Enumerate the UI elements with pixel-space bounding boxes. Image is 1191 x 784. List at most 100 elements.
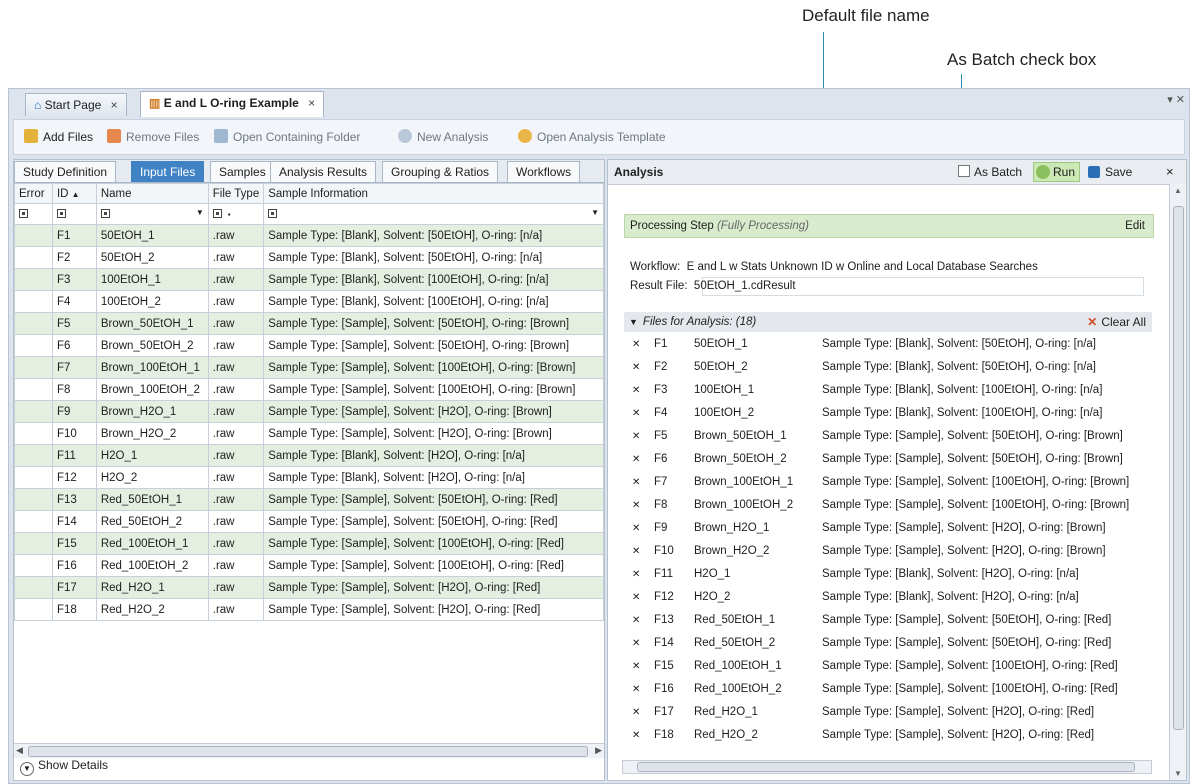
remove-file-icon[interactable]: ✕ xyxy=(632,339,640,350)
clear-all-button[interactable]: ✕ Clear All xyxy=(1087,315,1146,329)
table-row[interactable]: F9 Brown_H2O_1 .raw Sample Type: [Sample], … xyxy=(14,400,604,423)
file-name: 100EtOH_1 xyxy=(694,384,755,396)
list-item: ✕ F7 Brown_100EtOH_1 Sample Type: [Sample],… xyxy=(624,472,1152,495)
remove-file-icon[interactable]: ✕ xyxy=(632,385,640,396)
run-button[interactable]: Run xyxy=(1033,162,1081,182)
tab-analysis-results[interactable]: Analysis Results xyxy=(270,161,377,182)
remove-file-icon[interactable]: ✕ xyxy=(632,546,640,557)
table-row[interactable]: F14 Red_50EtOH_2 .raw Sample Type: [Sample]… xyxy=(14,510,604,533)
table-row[interactable]: F4 100EtOH_2 .raw Sample Type: [Blank], Sol… xyxy=(14,290,604,313)
processing-step-bar[interactable]: Processing Step (Fully Processing) Edit xyxy=(624,214,1154,238)
result-file-value[interactable]: 50EtOH_1.cdResult xyxy=(694,280,796,292)
remove-file-icon[interactable]: ✕ xyxy=(632,569,640,580)
col-header-name[interactable]: Name xyxy=(95,183,209,204)
open-analysis-template-button[interactable]: Open Analysis Template xyxy=(518,129,666,144)
file-type-cell: .raw xyxy=(207,532,265,555)
table-row[interactable]: F15 Red_100EtOH_1 .raw Sample Type: [Sample… xyxy=(14,532,604,555)
tab-grouping-ratios[interactable]: Grouping & Ratios xyxy=(382,161,499,182)
filter-cell-id[interactable] xyxy=(51,203,97,225)
remove-file-icon[interactable]: ✕ xyxy=(632,477,640,488)
table-row[interactable]: F3 100EtOH_1 .raw Sample Type: [Blank], Sol… xyxy=(14,268,604,291)
col-header-sample-information[interactable]: Sample Information xyxy=(263,183,604,204)
remove-file-icon[interactable]: ✕ xyxy=(632,431,640,442)
remove-file-icon[interactable]: ✕ xyxy=(632,408,640,419)
tab-workflows[interactable]: Workflows xyxy=(507,161,581,182)
scroll-down-icon[interactable]: ▼ xyxy=(1174,769,1182,778)
remove-file-icon[interactable]: ✕ xyxy=(632,592,640,603)
scroll-left-icon[interactable]: ◀ xyxy=(16,745,23,756)
add-files-button[interactable]: Add Files xyxy=(24,129,93,144)
col-header-error[interactable]: Error xyxy=(14,183,53,204)
remove-file-icon[interactable]: ✕ xyxy=(632,454,640,465)
remove-files-button[interactable]: Remove Files xyxy=(107,129,199,144)
remove-file-icon[interactable]: ✕ xyxy=(632,500,640,511)
tab-samples[interactable]: Samples xyxy=(210,161,275,182)
as-batch-checkbox[interactable]: As Batch xyxy=(958,165,1022,179)
filter-cell-file-type[interactable]: ▪ xyxy=(207,203,265,225)
scroll-right-icon[interactable]: ▶ xyxy=(595,745,602,756)
table-row[interactable]: F10 Brown_H2O_2 .raw Sample Type: [Sample],… xyxy=(14,422,604,445)
table-row[interactable]: F11 H2O_1 .raw Sample Type: [Blank], Solven… xyxy=(14,444,604,467)
file-type-cell: .raw xyxy=(207,576,265,599)
close-icon[interactable]: × xyxy=(308,96,315,110)
table-row[interactable]: F17 Red_H2O_1 .raw Sample Type: [Sample], S… xyxy=(14,576,604,599)
remove-file-icon[interactable]: ✕ xyxy=(632,523,640,534)
table-row[interactable]: F7 Brown_100EtOH_1 .raw Sample Type: [Sampl… xyxy=(14,356,604,379)
remove-file-icon[interactable]: ✕ xyxy=(632,615,640,626)
checkbox-icon[interactable] xyxy=(958,165,970,177)
open-containing-folder-button[interactable]: Open Containing Folder xyxy=(214,129,360,144)
id-cell: F1 xyxy=(51,224,97,247)
table-row[interactable]: F5 Brown_50EtOH_1 .raw Sample Type: [Sample… xyxy=(14,312,604,335)
tab-start-page[interactable]: ⌂ Start Page × xyxy=(25,93,127,116)
close-icon[interactable]: × xyxy=(111,98,118,112)
remove-file-icon[interactable]: ✕ xyxy=(632,661,640,672)
remove-file-icon[interactable]: ✕ xyxy=(632,707,640,718)
save-button[interactable]: Save xyxy=(1088,165,1132,179)
tab-study-definition[interactable]: Study Definition xyxy=(14,161,117,182)
collapse-triangle-icon[interactable]: ▼ xyxy=(629,317,638,327)
close-analysis-button[interactable]: × xyxy=(1166,164,1174,179)
col-header-id[interactable]: ID ▲ xyxy=(51,183,97,204)
name-cell: Red_100EtOH_2 xyxy=(95,554,209,577)
file-name: Red_100EtOH_1 xyxy=(694,660,782,672)
file-id: F14 xyxy=(654,637,674,649)
table-row[interactable]: F12 H2O_2 .raw Sample Type: [Blank], Solven… xyxy=(14,466,604,489)
remove-file-icon[interactable]: ✕ xyxy=(632,730,640,741)
tab-e-and-l-oring[interactable]: ▥ E and L O-ring Example × xyxy=(140,91,325,117)
scroll-up-icon[interactable]: ▲ xyxy=(1174,186,1182,195)
scrollbar-thumb[interactable] xyxy=(28,746,588,757)
file-name: Brown_H2O_1 xyxy=(694,522,770,534)
tab-input-files[interactable]: Input Files xyxy=(131,161,205,182)
col-header-file-type[interactable]: File Type xyxy=(207,183,265,204)
horizontal-scrollbar[interactable]: ◀ ▶ xyxy=(14,743,604,758)
scrollbar-thumb[interactable] xyxy=(637,762,1135,772)
table-row[interactable]: F2 50EtOH_2 .raw Sample Type: [Blank], Solv… xyxy=(14,246,604,269)
remove-file-icon[interactable]: ✕ xyxy=(632,684,640,695)
files-for-analysis-header[interactable]: ▼ Files for Analysis: (18) ✕ Clear All xyxy=(624,312,1152,332)
remove-file-icon[interactable]: ✕ xyxy=(632,362,640,373)
table-row[interactable]: F18 Red_H2O_2 .raw Sample Type: [Sample], S… xyxy=(14,598,604,621)
scrollbar-thumb[interactable] xyxy=(1173,206,1184,730)
filter-icon xyxy=(100,209,110,219)
show-details-toggle[interactable]: ▼ Show Details xyxy=(20,758,108,776)
vertical-scrollbar[interactable]: ▲ ▼ xyxy=(1169,184,1186,780)
workflow-value: E and L w Stats Unknown ID w Online and … xyxy=(686,261,1038,273)
table-row[interactable]: F6 Brown_50EtOH_2 .raw Sample Type: [Sample… xyxy=(14,334,604,357)
dropdown-icon[interactable]: ▼ xyxy=(591,208,599,217)
new-analysis-icon xyxy=(398,129,412,143)
analysis-horizontal-scrollbar[interactable] xyxy=(622,760,1152,774)
table-row[interactable]: F1 50EtOH_1 .raw Sample Type: [Blank], Solv… xyxy=(14,224,604,247)
edit-button[interactable]: Edit xyxy=(1125,220,1145,232)
filter-cell-name[interactable]: ▼ xyxy=(95,203,209,225)
table-row[interactable]: F13 Red_50EtOH_1 .raw Sample Type: [Sample]… xyxy=(14,488,604,511)
name-cell: 100EtOH_2 xyxy=(95,290,209,313)
table-row[interactable]: F16 Red_100EtOH_2 .raw Sample Type: [Sample… xyxy=(14,554,604,577)
dropdown-icon[interactable]: ▪ xyxy=(228,210,231,219)
id-cell: F5 xyxy=(51,312,97,335)
new-analysis-button[interactable]: New Analysis xyxy=(398,129,488,144)
dropdown-icon[interactable]: ▼ xyxy=(196,208,204,217)
table-row[interactable]: F8 Brown_100EtOH_2 .raw Sample Type: [Sampl… xyxy=(14,378,604,401)
filter-cell-error[interactable] xyxy=(14,203,53,225)
remove-file-icon[interactable]: ✕ xyxy=(632,638,640,649)
filter-cell-sample-info[interactable]: ▼ xyxy=(263,203,604,225)
